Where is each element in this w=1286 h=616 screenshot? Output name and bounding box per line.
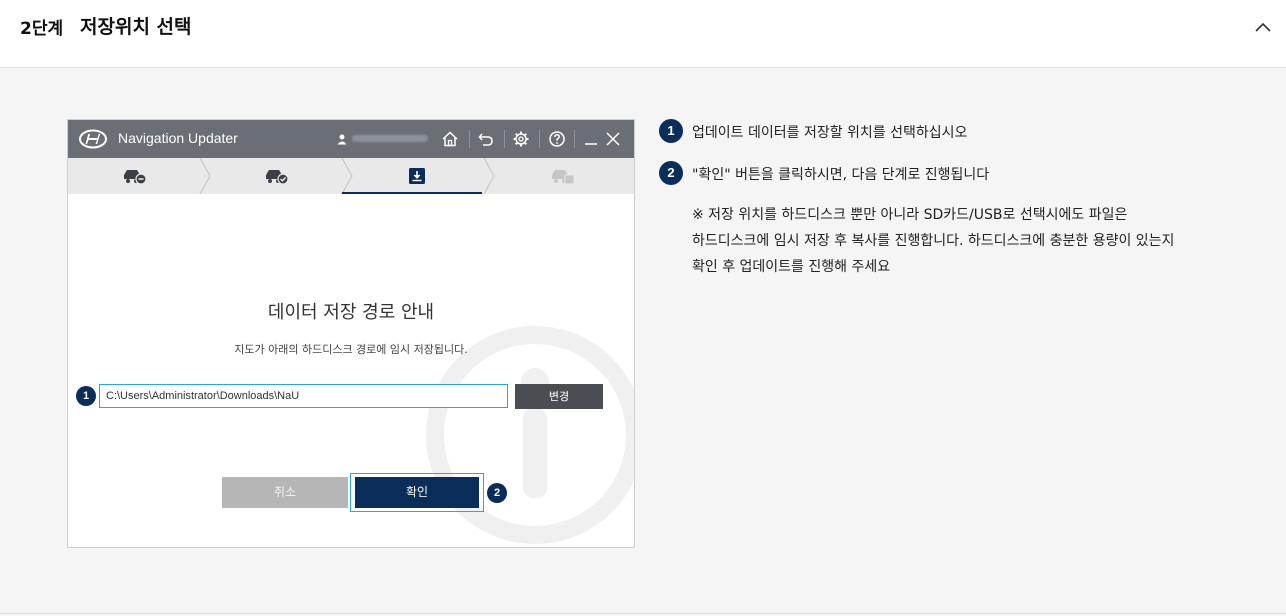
- hyundai-logo-icon: [79, 129, 107, 149]
- instruction-text-1: 업데이트 데이터를 저장할 위치를 선택하십시오: [692, 125, 968, 141]
- confirm-button[interactable]: 확인: [355, 477, 479, 508]
- note-line: 확인 후 업데이트를 진행해 주세요: [692, 259, 891, 275]
- callout-badge-1: 1: [76, 386, 96, 406]
- note-line: ※ 저장 위치를 하드디스크 뿐만 아니라 SD카드/USB로 선택시에도 파일…: [692, 207, 1128, 223]
- help-icon[interactable]: [547, 129, 567, 149]
- step-separator-icon: [341, 158, 353, 194]
- car-check-icon: [266, 170, 289, 185]
- app-title: Navigation Updater: [118, 130, 238, 146]
- dialog-title: 데이터 저장 경로 안내: [267, 302, 435, 323]
- callout-badge-2: 2: [487, 483, 507, 503]
- save-path-input[interactable]: C:\Users\Administrator\Downloads\NaU: [99, 384, 508, 408]
- titlebar-divider: [539, 130, 540, 148]
- gear-icon[interactable]: [511, 129, 531, 149]
- home-icon[interactable]: [440, 129, 460, 149]
- active-step-indicator: [342, 192, 482, 194]
- step-separator-icon: [483, 158, 495, 194]
- user-id-blurred: [352, 135, 428, 142]
- section-header: 2단계 저장위치 선택: [0, 0, 1286, 68]
- titlebar-divider: [504, 130, 505, 148]
- cancel-button[interactable]: 취소: [222, 477, 348, 508]
- section-title: 저장위치 선택: [80, 16, 192, 38]
- app-window: Navigation Updater 데이터 저장 경로 안내 지도가 아래의 …: [67, 119, 635, 548]
- user-icon: [337, 134, 347, 145]
- chevron-up-icon: [1255, 22, 1271, 32]
- progress-steps: [68, 158, 634, 194]
- car-disabled-icon: [552, 170, 575, 185]
- confirm-button-highlight: 확인: [350, 473, 484, 512]
- titlebar-divider: [574, 130, 575, 148]
- download-box-icon: [409, 168, 425, 184]
- app-titlebar: Navigation Updater: [68, 120, 634, 158]
- car-minus-icon: [124, 170, 147, 185]
- section-divider: [0, 613, 1286, 614]
- instruction-badge-1: 1: [659, 119, 683, 143]
- instruction-text-2: "확인" 버튼을 클릭하시면, 다음 단계로 진행됩니다: [692, 167, 990, 183]
- close-icon[interactable]: [603, 129, 623, 149]
- back-icon[interactable]: [476, 129, 496, 149]
- minimize-icon[interactable]: [581, 129, 601, 149]
- titlebar-divider: [469, 130, 470, 148]
- note-line: 하드디스크에 임시 저장 후 복사를 진행합니다. 하드디스크에 충분한 용량이…: [692, 233, 1175, 249]
- storage-note: ※ 저장 위치를 하드디스크 뿐만 아니라 SD카드/USB로 선택시에도 파일…: [692, 202, 1252, 280]
- dialog-subtitle: 지도가 아래의 하드디스크 경로에 임시 저장됩니다.: [234, 343, 468, 356]
- instruction-badge-2: 2: [659, 161, 683, 185]
- collapse-button[interactable]: [1248, 14, 1278, 40]
- step-separator-icon: [199, 158, 211, 194]
- step-number: 2단계: [20, 19, 64, 39]
- change-path-button[interactable]: 변경: [515, 384, 603, 409]
